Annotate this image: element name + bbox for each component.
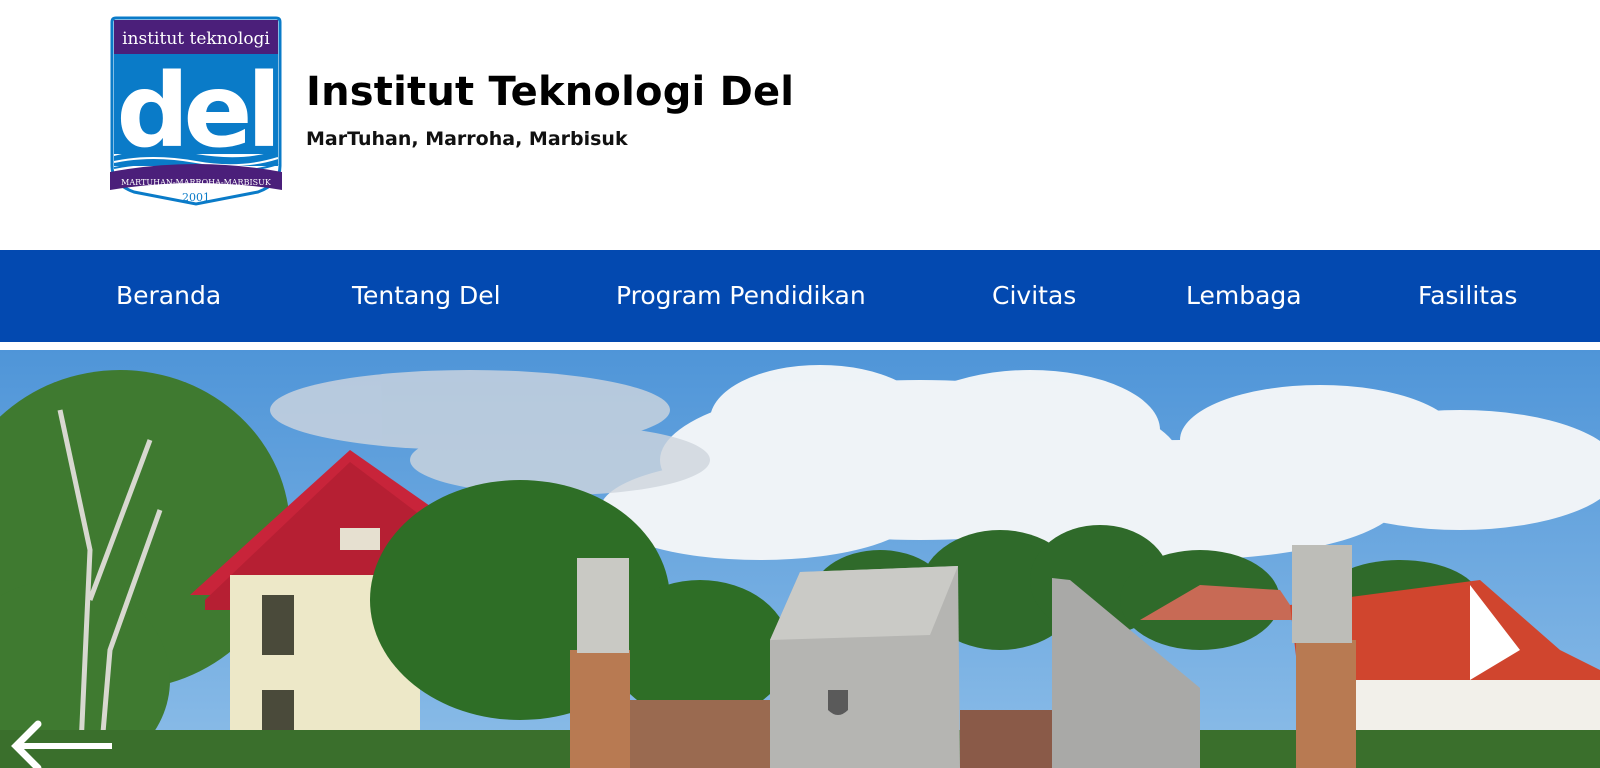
campus-photo xyxy=(0,350,1600,768)
logo-year: 2001 xyxy=(182,191,210,204)
site-header: institut teknologi del MARTUHAN-MARROHA-… xyxy=(0,0,1600,250)
hero-slider[interactable] xyxy=(0,350,1600,768)
nav-item-lembaga[interactable]: Lembaga xyxy=(1186,250,1302,342)
institution-logo[interactable]: institut teknologi del MARTUHAN-MARROHA-… xyxy=(108,16,284,206)
nav-divider xyxy=(0,342,1600,350)
nav-item-civitas[interactable]: Civitas xyxy=(992,250,1076,342)
site-title[interactable]: Institut Teknologi Del xyxy=(306,70,794,114)
logo-ribbon-text: MARTUHAN-MARROHA-MARBISUK xyxy=(121,178,272,187)
nav-item-beranda[interactable]: Beranda xyxy=(116,250,221,342)
slider-prev-button[interactable] xyxy=(8,716,112,768)
nav-item-fasilitas[interactable]: Fasilitas xyxy=(1418,250,1517,342)
logo-emblem: institut teknologi del MARTUHAN-MARROHA-… xyxy=(110,16,282,206)
arrow-left-icon xyxy=(11,720,112,768)
nav-item-program-pendidikan[interactable]: Program Pendidikan xyxy=(616,250,866,342)
site-tagline: MarTuhan, Marroha, Marbisuk xyxy=(306,128,628,150)
brand-block: Institut Teknologi Del MarTuhan, Marroha… xyxy=(306,70,794,150)
nav-item-tentang-del[interactable]: Tentang Del xyxy=(352,250,501,342)
main-navigation: Beranda Tentang Del Program Pendidikan C… xyxy=(0,250,1600,342)
logo-top-text: institut teknologi xyxy=(122,29,270,49)
